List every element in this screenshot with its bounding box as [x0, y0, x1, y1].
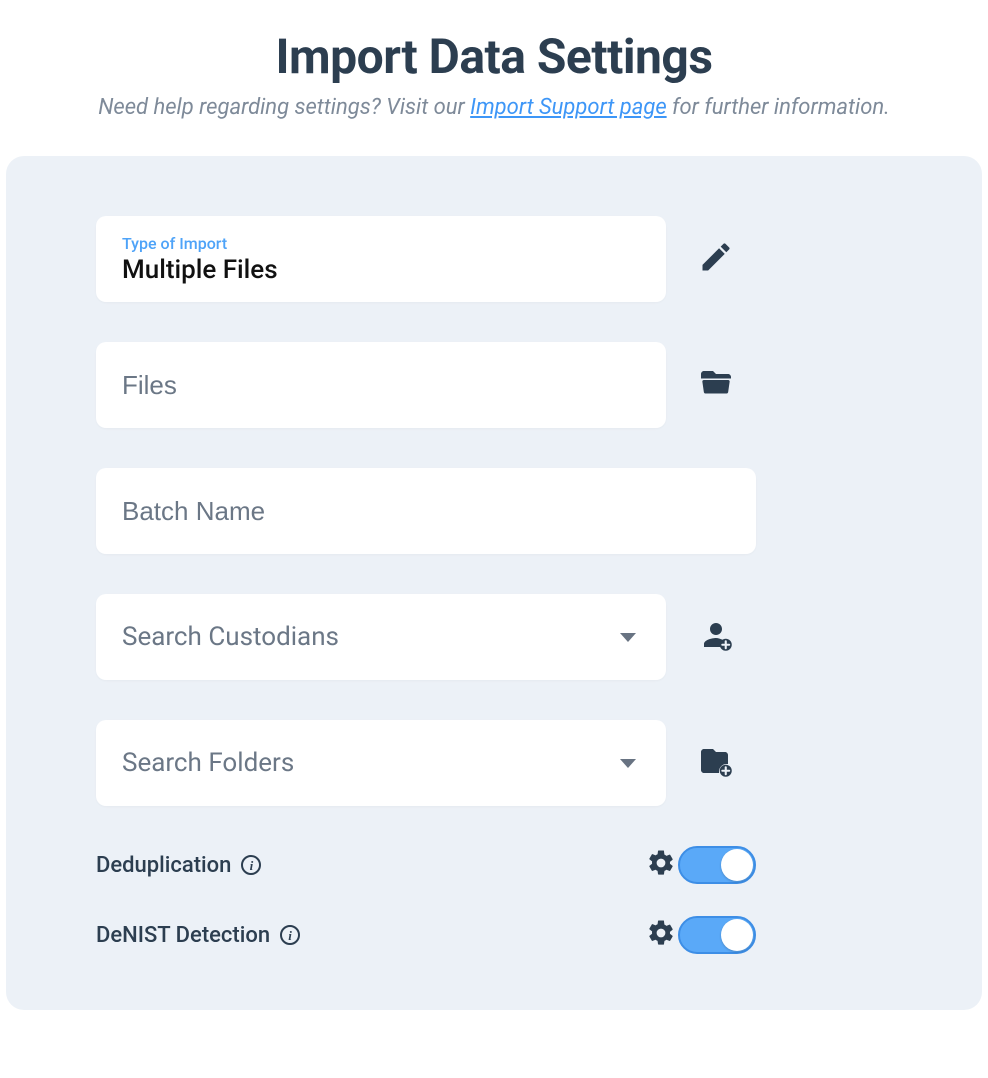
denist-label: DeNIST Detection — [96, 923, 270, 948]
custodians-placeholder: Search Custodians — [122, 622, 339, 652]
denist-settings-button[interactable] — [644, 918, 678, 952]
add-custodian-button[interactable] — [694, 615, 738, 659]
folders-placeholder: Search Folders — [122, 748, 294, 778]
add-folder-button[interactable] — [694, 741, 738, 785]
dedup-toggle[interactable] — [678, 846, 756, 884]
files-input[interactable] — [122, 370, 640, 401]
import-type-label: Type of Import — [122, 234, 640, 253]
import-type-field[interactable]: Type of Import Multiple Files — [96, 216, 666, 302]
browse-files-button[interactable] — [694, 363, 738, 407]
custodians-select[interactable]: Search Custodians — [96, 594, 666, 680]
files-field[interactable] — [96, 342, 666, 428]
person-add-icon — [698, 617, 734, 657]
toggle-knob — [721, 919, 753, 951]
import-type-value: Multiple Files — [122, 255, 640, 285]
info-icon[interactable]: i — [241, 855, 261, 875]
page-title: Import Data Settings — [20, 28, 968, 85]
help-prefix: Need help regarding settings? Visit our — [98, 95, 470, 120]
dedup-label: Deduplication — [96, 853, 231, 878]
batch-name-field[interactable] — [96, 468, 756, 554]
gear-icon — [646, 848, 676, 882]
import-support-link[interactable]: Import Support page — [470, 95, 666, 120]
denist-toggle[interactable] — [678, 916, 756, 954]
folder-open-icon — [698, 365, 734, 405]
settings-panel: Type of Import Multiple Files — [6, 156, 982, 1010]
chevron-down-icon — [620, 759, 636, 768]
info-icon[interactable]: i — [280, 925, 300, 945]
edit-import-type-button[interactable] — [694, 237, 738, 281]
toggle-knob — [721, 849, 753, 881]
gear-icon — [646, 918, 676, 952]
help-suffix: for further information. — [667, 95, 890, 120]
batch-name-input[interactable] — [122, 496, 730, 527]
folder-add-icon — [698, 743, 734, 783]
dedup-settings-button[interactable] — [644, 848, 678, 882]
page-header: Import Data Settings Need help regarding… — [0, 0, 988, 138]
help-text: Need help regarding settings? Visit our … — [20, 95, 968, 120]
chevron-down-icon — [620, 633, 636, 642]
pencil-icon — [698, 239, 734, 279]
folders-select[interactable]: Search Folders — [96, 720, 666, 806]
